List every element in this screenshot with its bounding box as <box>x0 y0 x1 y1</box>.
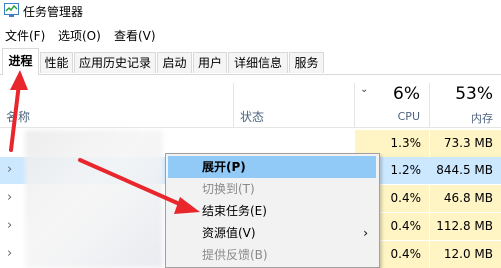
menu-item-switch-to[interactable]: 切换到(T) <box>168 178 376 200</box>
tab-strip: 进程 性能 应用历史记录 启动 用户 详细信息 服务 <box>0 47 501 75</box>
menu-bar: 文件(F) 选项(O) 查看(V) <box>0 24 501 44</box>
memory-column-label[interactable]: 内存 <box>433 110 493 126</box>
tab-services[interactable]: 服务 <box>289 52 324 73</box>
menu-item-label: 资源值(V) <box>202 226 256 240</box>
menu-options[interactable]: 选项(O) <box>58 27 101 44</box>
menu-item-expand[interactable]: 展开(P) <box>168 156 376 178</box>
cpu-column-label[interactable]: CPU <box>360 110 420 123</box>
column-divider <box>233 83 234 127</box>
tab-details[interactable]: 详细信息 <box>228 52 288 73</box>
chevron-right-icon[interactable]: › <box>7 246 12 261</box>
tab-performance[interactable]: 性能 <box>40 52 73 73</box>
tab-app-history[interactable]: 应用历史记录 <box>74 52 156 73</box>
task-manager-icon <box>4 3 19 17</box>
column-divider <box>354 83 355 127</box>
menu-item-end-task[interactable]: 结束任务(E) <box>168 200 376 222</box>
memory-cell: 73.3 MB <box>430 130 501 157</box>
menu-item-resource-values[interactable]: 资源值(V) › <box>168 222 376 244</box>
column-header: 名称 状态 ⌄ 6% CPU 53% 内存 <box>0 75 501 128</box>
tab-processes[interactable]: 进程 <box>2 48 39 75</box>
memory-cell: 112.8 MB <box>430 213 501 240</box>
column-name[interactable]: 名称 <box>6 108 30 125</box>
column-divider <box>429 83 430 127</box>
tab-startup[interactable]: 启动 <box>157 52 192 73</box>
cpu-total[interactable]: 6% <box>360 84 420 104</box>
column-status[interactable]: 状态 <box>240 108 264 125</box>
menu-view[interactable]: 查看(V) <box>114 27 156 44</box>
memory-total[interactable]: 53% <box>433 84 493 104</box>
context-menu: 展开(P) 切换到(T) 结束任务(E) 资源值(V) › 提供反馈(B) <box>165 153 380 268</box>
memory-cell: 46.8 MB <box>430 185 501 212</box>
window-title: 任务管理器 <box>23 5 84 19</box>
memory-cell: 844.5 MB <box>430 157 501 184</box>
memory-cell: 12.0 MB <box>430 241 501 268</box>
chevron-right-icon[interactable]: › <box>7 190 12 205</box>
blurred-process-names <box>25 130 163 268</box>
menu-file[interactable]: 文件(F) <box>5 27 45 44</box>
title-bar: 任务管理器 <box>0 0 501 22</box>
chevron-right-icon: › <box>363 226 368 240</box>
tab-users[interactable]: 用户 <box>193 52 227 73</box>
menu-item-feedback[interactable]: 提供反馈(B) <box>168 244 376 266</box>
chevron-right-icon[interactable]: › <box>7 218 12 233</box>
chevron-right-icon[interactable]: › <box>7 162 12 177</box>
